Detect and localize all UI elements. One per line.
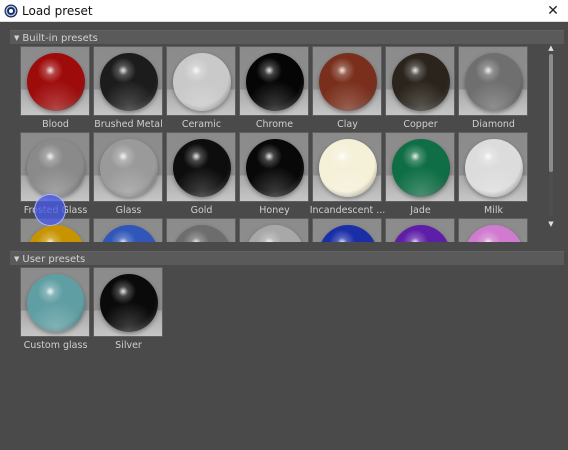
preset-label: Custom glass — [23, 340, 88, 351]
collapse-triangle-icon: ▼ — [14, 34, 20, 42]
material-sphere — [465, 53, 523, 111]
preset-thumbnail[interactable] — [239, 132, 309, 202]
material-sphere — [319, 53, 377, 111]
preset-thumbnail[interactable] — [166, 218, 236, 242]
preset-thumbnail[interactable] — [166, 132, 236, 202]
preset-thumbnail[interactable] — [385, 46, 455, 116]
material-sphere — [246, 139, 304, 197]
material-sphere — [27, 274, 85, 332]
material-sphere — [465, 225, 523, 242]
preset-thumbnail[interactable] — [312, 132, 382, 202]
material-sphere — [27, 139, 85, 197]
preset-thumbnail[interactable] — [93, 218, 163, 242]
preset-thumbnail[interactable] — [458, 218, 528, 242]
user-presets-title: User presets — [22, 254, 86, 265]
preset-label: Incandescent ... — [309, 205, 386, 216]
preset-thumbnail[interactable] — [93, 267, 163, 337]
material-sphere — [100, 53, 158, 111]
preset-thumbnail[interactable] — [93, 132, 163, 202]
material-sphere — [100, 274, 158, 332]
preset-thumbnail[interactable] — [312, 46, 382, 116]
preset-thumbnail[interactable] — [385, 132, 455, 202]
preset-label: Brushed Metal — [94, 119, 163, 130]
preset-thumbnail[interactable] — [20, 132, 90, 202]
scroll-up-icon[interactable]: ▲ — [546, 44, 556, 52]
material-sphere — [173, 225, 231, 242]
close-button[interactable]: ✕ — [538, 0, 568, 22]
preset-thumbnail[interactable] — [239, 218, 309, 242]
preset-thumbnail[interactable] — [312, 218, 382, 242]
preset-thumbnail[interactable] — [20, 218, 90, 242]
preset-label: Gold — [190, 205, 213, 216]
builtin-scrollbar[interactable]: ▲ ▼ — [546, 44, 556, 230]
builtin-presets-grid: Blood Brushed Metal Ceramic Chrome Clay Coppe… — [20, 46, 536, 242]
preset-thumbnail[interactable] — [458, 46, 528, 116]
preset-thumbnail[interactable] — [20, 46, 90, 116]
window-title: Load preset — [22, 4, 93, 18]
material-sphere — [173, 53, 231, 111]
material-sphere — [392, 53, 450, 111]
preset-label: Honey — [259, 205, 290, 216]
preset-thumbnail[interactable] — [20, 267, 90, 337]
material-sphere — [465, 139, 523, 197]
user-presets-grid: Custom glass Silver — [20, 267, 536, 367]
preset-label: Silver — [115, 340, 142, 351]
material-sphere — [246, 53, 304, 111]
collapse-triangle-icon: ▼ — [14, 255, 20, 263]
preset-label: Ceramic — [181, 119, 222, 130]
material-sphere — [319, 139, 377, 197]
cinema4d-logo-icon — [4, 4, 18, 18]
user-presets-header[interactable]: ▼ User presets — [10, 251, 564, 265]
preset-thumbnail[interactable] — [239, 46, 309, 116]
scrollbar-thumb[interactable] — [549, 54, 553, 172]
preset-label: Copper — [403, 119, 438, 130]
preset-label: Jade — [410, 205, 431, 216]
preset-label: Diamond — [472, 119, 515, 130]
material-sphere — [27, 225, 85, 242]
builtin-presets-header[interactable]: ▼ Built-in presets — [10, 30, 564, 44]
preset-label: Glass — [115, 205, 142, 216]
material-sphere — [319, 225, 377, 242]
preset-label: Milk — [484, 205, 503, 216]
preset-thumbnail[interactable] — [93, 46, 163, 116]
material-sphere — [246, 225, 304, 242]
preset-label: Blood — [42, 119, 69, 130]
preset-label: Clay — [337, 119, 358, 130]
material-sphere — [392, 139, 450, 197]
material-sphere — [100, 139, 158, 197]
scroll-down-icon[interactable]: ▼ — [546, 220, 556, 228]
close-icon: ✕ — [547, 3, 559, 19]
preset-label: Chrome — [255, 119, 294, 130]
material-sphere — [100, 225, 158, 242]
builtin-presets-title: Built-in presets — [22, 33, 98, 44]
preset-label: Frosted Glass — [23, 205, 88, 216]
title-bar: Load preset ✕ — [0, 0, 568, 22]
preset-thumbnail[interactable] — [166, 46, 236, 116]
material-sphere — [27, 53, 85, 111]
preset-thumbnail[interactable] — [385, 218, 455, 242]
preset-thumbnail[interactable] — [458, 132, 528, 202]
material-sphere — [392, 225, 450, 242]
material-sphere — [173, 139, 231, 197]
